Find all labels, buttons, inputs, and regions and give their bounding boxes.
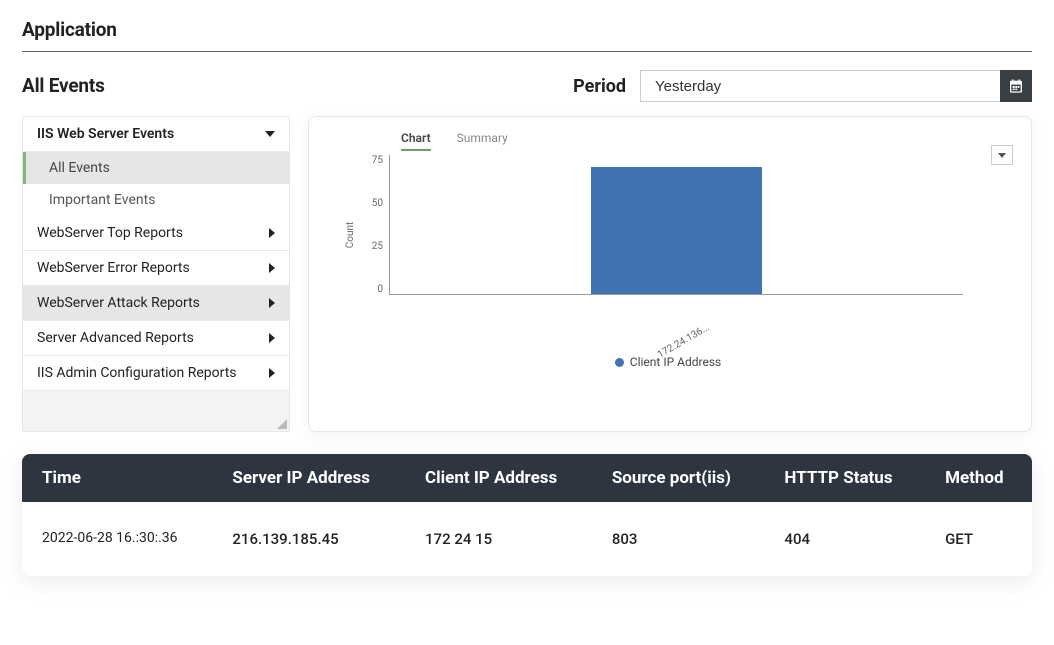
col-client-ip: Client IP Address: [405, 454, 592, 502]
legend: Client IP Address: [327, 355, 1009, 369]
events-table-wrap: Time Server IP Address Client IP Address…: [22, 454, 1032, 576]
sidebar-sub-all-events[interactable]: All Events: [23, 152, 289, 184]
sidebar-sub-label: Important Events: [49, 192, 155, 208]
table-row: 2022-06-28 16.:30:.36 216.139.185.45 172…: [22, 502, 1032, 576]
chart-area: Count 75 50 25 0 172.24.136...: [367, 155, 963, 315]
chevron-right-icon: [269, 263, 275, 273]
y-tick: 25: [372, 241, 383, 252]
col-server-ip: Server IP Address: [212, 454, 405, 502]
sidebar-item-advanced-reports[interactable]: Server Advanced Reports: [23, 321, 289, 356]
y-tick: 50: [372, 198, 383, 209]
period-input[interactable]: [640, 70, 1000, 102]
sidebar-spacer: [23, 391, 289, 431]
chevron-right-icon: [269, 228, 275, 238]
chart-bar: [591, 167, 763, 294]
chevron-down-icon: [998, 153, 1006, 158]
events-table: Time Server IP Address Client IP Address…: [22, 454, 1032, 576]
sidebar-group-iis-events[interactable]: IIS Web Server Events: [23, 117, 289, 152]
legend-label: Client IP Address: [630, 355, 721, 369]
chevron-down-icon: [265, 131, 275, 137]
cell-time: 2022-06-28 16.:30:.36: [22, 502, 212, 576]
sidebar-item-label: WebServer Top Reports: [37, 225, 183, 241]
y-tick: 0: [377, 284, 383, 295]
tab-summary[interactable]: Summary: [457, 131, 508, 151]
chevron-right-icon: [269, 368, 275, 378]
sidebar: IIS Web Server Events All Events Importa…: [22, 116, 290, 432]
sidebar-item-error-reports[interactable]: WebServer Error Reports: [23, 251, 289, 286]
sidebar-item-attack-reports[interactable]: WebServer Attack Reports: [23, 286, 289, 321]
period-label: Period: [573, 76, 626, 97]
cell-client-ip: 172 24 15: [405, 502, 592, 576]
col-time: Time: [22, 454, 212, 502]
page-title: Application: [22, 18, 1032, 41]
sidebar-item-label: WebServer Attack Reports: [37, 295, 200, 311]
chart-panel: Chart Summary Count 75 50 25 0 172.24.13…: [308, 116, 1032, 432]
divider: [22, 51, 1032, 52]
tab-chart[interactable]: Chart: [401, 131, 431, 151]
calendar-icon: [1008, 78, 1024, 94]
cell-source-port: 803: [592, 502, 765, 576]
y-ticks: 75 50 25 0: [367, 155, 389, 295]
calendar-button[interactable]: [1000, 70, 1032, 102]
col-source-port: Source port(iis): [592, 454, 765, 502]
sidebar-sub-important-events[interactable]: Important Events: [23, 184, 289, 216]
cell-http-status: 404: [764, 502, 925, 576]
sidebar-item-label: WebServer Error Reports: [37, 260, 190, 276]
chevron-right-icon: [269, 298, 275, 308]
sidebar-item-top-reports[interactable]: WebServer Top Reports: [23, 216, 289, 251]
section-title: All Events: [22, 74, 105, 97]
sidebar-item-label: IIS Admin Configuration Reports: [37, 365, 237, 381]
col-http-status: HTTTP Status: [764, 454, 925, 502]
y-tick: 75: [372, 155, 383, 166]
chevron-right-icon: [269, 333, 275, 343]
chart-options-button[interactable]: [991, 145, 1013, 165]
legend-dot-icon: [615, 358, 624, 367]
plot: 172.24.136...: [389, 155, 963, 295]
col-method: Method: [925, 454, 1032, 502]
cell-server-ip: 216.139.185.45: [212, 502, 405, 576]
y-axis-label: Count: [345, 222, 356, 249]
table-head: Time Server IP Address Client IP Address…: [22, 454, 1032, 502]
sidebar-group-label: IIS Web Server Events: [37, 126, 174, 142]
cell-method: GET: [925, 502, 1032, 576]
sidebar-item-iis-admin-config[interactable]: IIS Admin Configuration Reports: [23, 356, 289, 391]
sidebar-item-label: Server Advanced Reports: [37, 330, 194, 346]
sidebar-sub-label: All Events: [49, 160, 110, 176]
